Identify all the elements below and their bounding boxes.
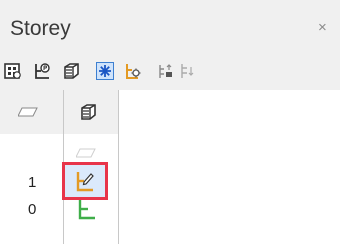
floor-plan-icon: [76, 148, 96, 158]
insert-storey-below-icon[interactable]: [178, 62, 196, 80]
column-header-elevation[interactable]: [0, 90, 63, 134]
3d-view-icon: [81, 104, 96, 120]
storey-settings-icon[interactable]: [124, 62, 142, 80]
floor-plan-icon: [18, 107, 38, 117]
select-all-icon[interactable]: [96, 62, 114, 80]
panel-title: Storey: [10, 17, 71, 40]
building-properties-icon[interactable]: [4, 62, 22, 80]
close-icon[interactable]: ×: [318, 20, 327, 36]
storey-panel: Storey × 1 0: [0, 0, 340, 244]
storey-number: 1: [28, 174, 37, 191]
column-header-3d[interactable]: [64, 90, 118, 134]
insert-storey-above-icon[interactable]: [157, 62, 175, 80]
storey-number: 0: [28, 201, 37, 218]
panel-titlebar: Storey ×: [0, 0, 340, 53]
column-divider: [118, 90, 119, 244]
storey-properties-icon[interactable]: [33, 62, 51, 80]
storey-grid: 1 0: [0, 90, 340, 244]
storey-level-icon[interactable]: [76, 198, 98, 220]
3d-view-icon[interactable]: [62, 62, 80, 80]
storey-edit-icon[interactable]: [74, 170, 96, 192]
storey-toolbar: [0, 53, 340, 90]
